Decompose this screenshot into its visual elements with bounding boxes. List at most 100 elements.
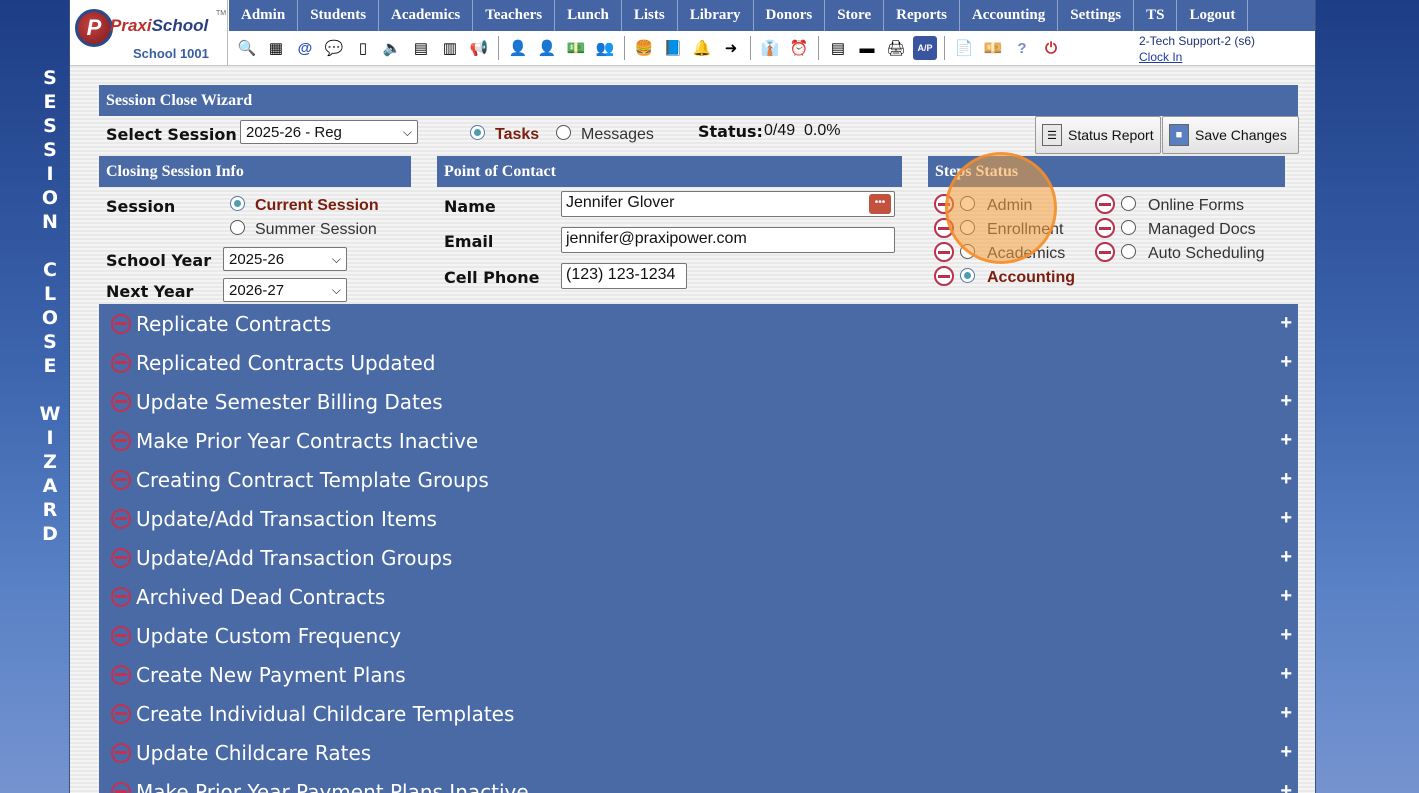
phone-icon[interactable]: ▯	[351, 36, 375, 60]
name-input[interactable]: Jennifer Glover •••	[561, 191, 895, 217]
task-row[interactable]: Make Prior Year Contracts Inactive +	[99, 421, 1298, 460]
nav-item-teachers[interactable]: Teachers	[473, 0, 556, 31]
task-row[interactable]: Archived Dead Contracts +	[99, 577, 1298, 616]
task-row[interactable]: Update/Add Transaction Items +	[99, 499, 1298, 538]
cash-icon[interactable]: 💴	[981, 36, 1005, 60]
expand-plus-icon[interactable]: +	[1280, 585, 1292, 608]
nav-item-logout[interactable]: Logout	[1177, 0, 1249, 31]
book-icon[interactable]: 📘	[661, 36, 685, 60]
lunch-icon[interactable]: 🍔	[632, 36, 656, 60]
clock-icon[interactable]: ⏰	[787, 36, 811, 60]
expand-plus-icon[interactable]: +	[1280, 663, 1292, 686]
nav-item-students[interactable]: Students	[298, 0, 380, 31]
messages-radio[interactable]	[556, 125, 571, 140]
next-year-label: Next Year	[106, 282, 194, 301]
next-year-dropdown[interactable]: 2026-27 ⌵	[223, 278, 347, 302]
school-year-value: 2025-26	[229, 250, 285, 268]
table-icon[interactable]: ▤	[826, 36, 850, 60]
expand-plus-icon[interactable]: +	[1280, 312, 1292, 335]
users-icon[interactable]: 👥	[593, 36, 617, 60]
click-highlight-marker	[945, 152, 1057, 264]
clock-in-link[interactable]: Clock In	[1139, 50, 1182, 64]
status-report-button[interactable]: ☰ Status Report	[1035, 116, 1161, 154]
megaphone-icon[interactable]: 📢	[467, 36, 491, 60]
nav-item-store[interactable]: Store	[825, 0, 885, 31]
nav-item-reports[interactable]: Reports	[884, 0, 960, 31]
calculator-icon[interactable]: ▤	[409, 36, 433, 60]
task-incomplete-icon	[111, 469, 131, 490]
expand-plus-icon[interactable]: +	[1280, 429, 1292, 452]
step-radio-online-forms[interactable]	[1121, 196, 1136, 211]
chat-icon[interactable]: 💬	[322, 36, 346, 60]
task-label: Update Childcare Rates	[136, 740, 372, 765]
task-incomplete-icon	[111, 664, 131, 685]
expand-plus-icon[interactable]: +	[1280, 780, 1292, 793]
expand-plus-icon[interactable]: +	[1280, 741, 1292, 764]
search-icon[interactable]: 🔍	[235, 36, 259, 60]
power-icon[interactable]: ⏻	[1039, 36, 1063, 60]
nav-item-lunch[interactable]: Lunch	[555, 0, 622, 31]
expand-plus-icon[interactable]: +	[1280, 351, 1292, 374]
nav-item-lists[interactable]: Lists	[622, 0, 678, 31]
bell-icon[interactable]: 🔔	[690, 36, 714, 60]
money-icon[interactable]: 💵	[564, 36, 588, 60]
speaker-icon[interactable]: 🔈	[380, 36, 404, 60]
header: P PraxiSchool TM School 1001 Admin Studen…	[70, 0, 1315, 66]
export-icon[interactable]: ➜	[719, 36, 743, 60]
expand-plus-icon[interactable]: +	[1280, 702, 1292, 725]
pdf-icon[interactable]: 📄	[952, 36, 976, 60]
cell-phone-input[interactable]: (123) 123-1234	[561, 263, 687, 289]
ticket-icon[interactable]: ▬	[855, 36, 879, 60]
task-row[interactable]: Update Childcare Rates +	[99, 733, 1298, 772]
task-row[interactable]: Create Individual Childcare Templates +	[99, 694, 1298, 733]
expand-plus-icon[interactable]: +	[1280, 390, 1292, 413]
task-row[interactable]: Update Semester Billing Dates +	[99, 382, 1298, 421]
print-icon[interactable]: 🖨	[884, 36, 908, 60]
side-title-letter	[36, 378, 64, 402]
teacher-icon[interactable]: 👔	[758, 36, 782, 60]
task-row[interactable]: Make Prior Year Payment Plans Inactive +	[99, 772, 1298, 793]
step-radio-auto-scheduling[interactable]	[1121, 244, 1136, 259]
nav-item-donors[interactable]: Donors	[754, 0, 826, 31]
keyboard-icon[interactable]: •••	[869, 194, 891, 214]
grid-icon[interactable]: ▦	[264, 36, 288, 60]
nav-item-admin[interactable]: Admin	[229, 0, 299, 31]
calendar-icon[interactable]: ▥	[438, 36, 462, 60]
nav-item-settings[interactable]: Settings	[1058, 0, 1135, 31]
nav-item-accounting[interactable]: Accounting	[960, 0, 1059, 31]
current-session-radio[interactable]	[230, 196, 245, 211]
nav-item-academics[interactable]: Academics	[379, 0, 474, 31]
email-input[interactable]: jennifer@praxipower.com	[561, 227, 895, 253]
email-icon[interactable]: @	[293, 36, 317, 60]
step-radio-accounting[interactable]	[960, 268, 975, 283]
expand-plus-icon[interactable]: +	[1280, 546, 1292, 569]
logo[interactable]: P PraxiSchool TM School 1001	[70, 0, 228, 66]
step-radio-managed-docs[interactable]	[1121, 220, 1136, 235]
task-row[interactable]: Create New Payment Plans +	[99, 655, 1298, 694]
tasks-radio[interactable]	[470, 125, 485, 140]
task-row[interactable]: Replicated Contracts Updated +	[99, 343, 1298, 382]
save-changes-button[interactable]: ■ Save Changes	[1162, 116, 1299, 154]
ap-icon[interactable]: A/P	[913, 36, 937, 60]
nav-item-library[interactable]: Library	[678, 0, 754, 31]
task-label: Update/Add Transaction Groups	[136, 545, 453, 570]
help-icon[interactable]: ?	[1010, 36, 1034, 60]
expand-plus-icon[interactable]: +	[1280, 468, 1292, 491]
expand-plus-icon[interactable]: +	[1280, 624, 1292, 647]
step-label: Online Forms	[1148, 197, 1245, 214]
expand-plus-icon[interactable]: +	[1280, 507, 1292, 530]
school-year-dropdown[interactable]: 2025-26 ⌵	[223, 247, 347, 271]
task-incomplete-icon	[111, 352, 131, 373]
task-row[interactable]: Update Custom Frequency +	[99, 616, 1298, 655]
user-add-icon[interactable]: 👤	[506, 36, 530, 60]
task-row[interactable]: Update/Add Transaction Groups +	[99, 538, 1298, 577]
user-name: 2-Tech Support-2 (s6)	[1139, 34, 1256, 48]
closing-session-info-header: Closing Session Info	[99, 156, 411, 187]
select-session-dropdown[interactable]: 2025-26 - Reg ⌵	[240, 120, 418, 144]
nav-item-ts[interactable]: TS	[1134, 0, 1178, 31]
side-title-letter: C	[43, 259, 57, 281]
task-row[interactable]: Replicate Contracts +	[99, 304, 1298, 343]
user-icon[interactable]: 👤	[535, 36, 559, 60]
task-row[interactable]: Creating Contract Template Groups +	[99, 460, 1298, 499]
summer-session-radio[interactable]	[230, 220, 245, 235]
